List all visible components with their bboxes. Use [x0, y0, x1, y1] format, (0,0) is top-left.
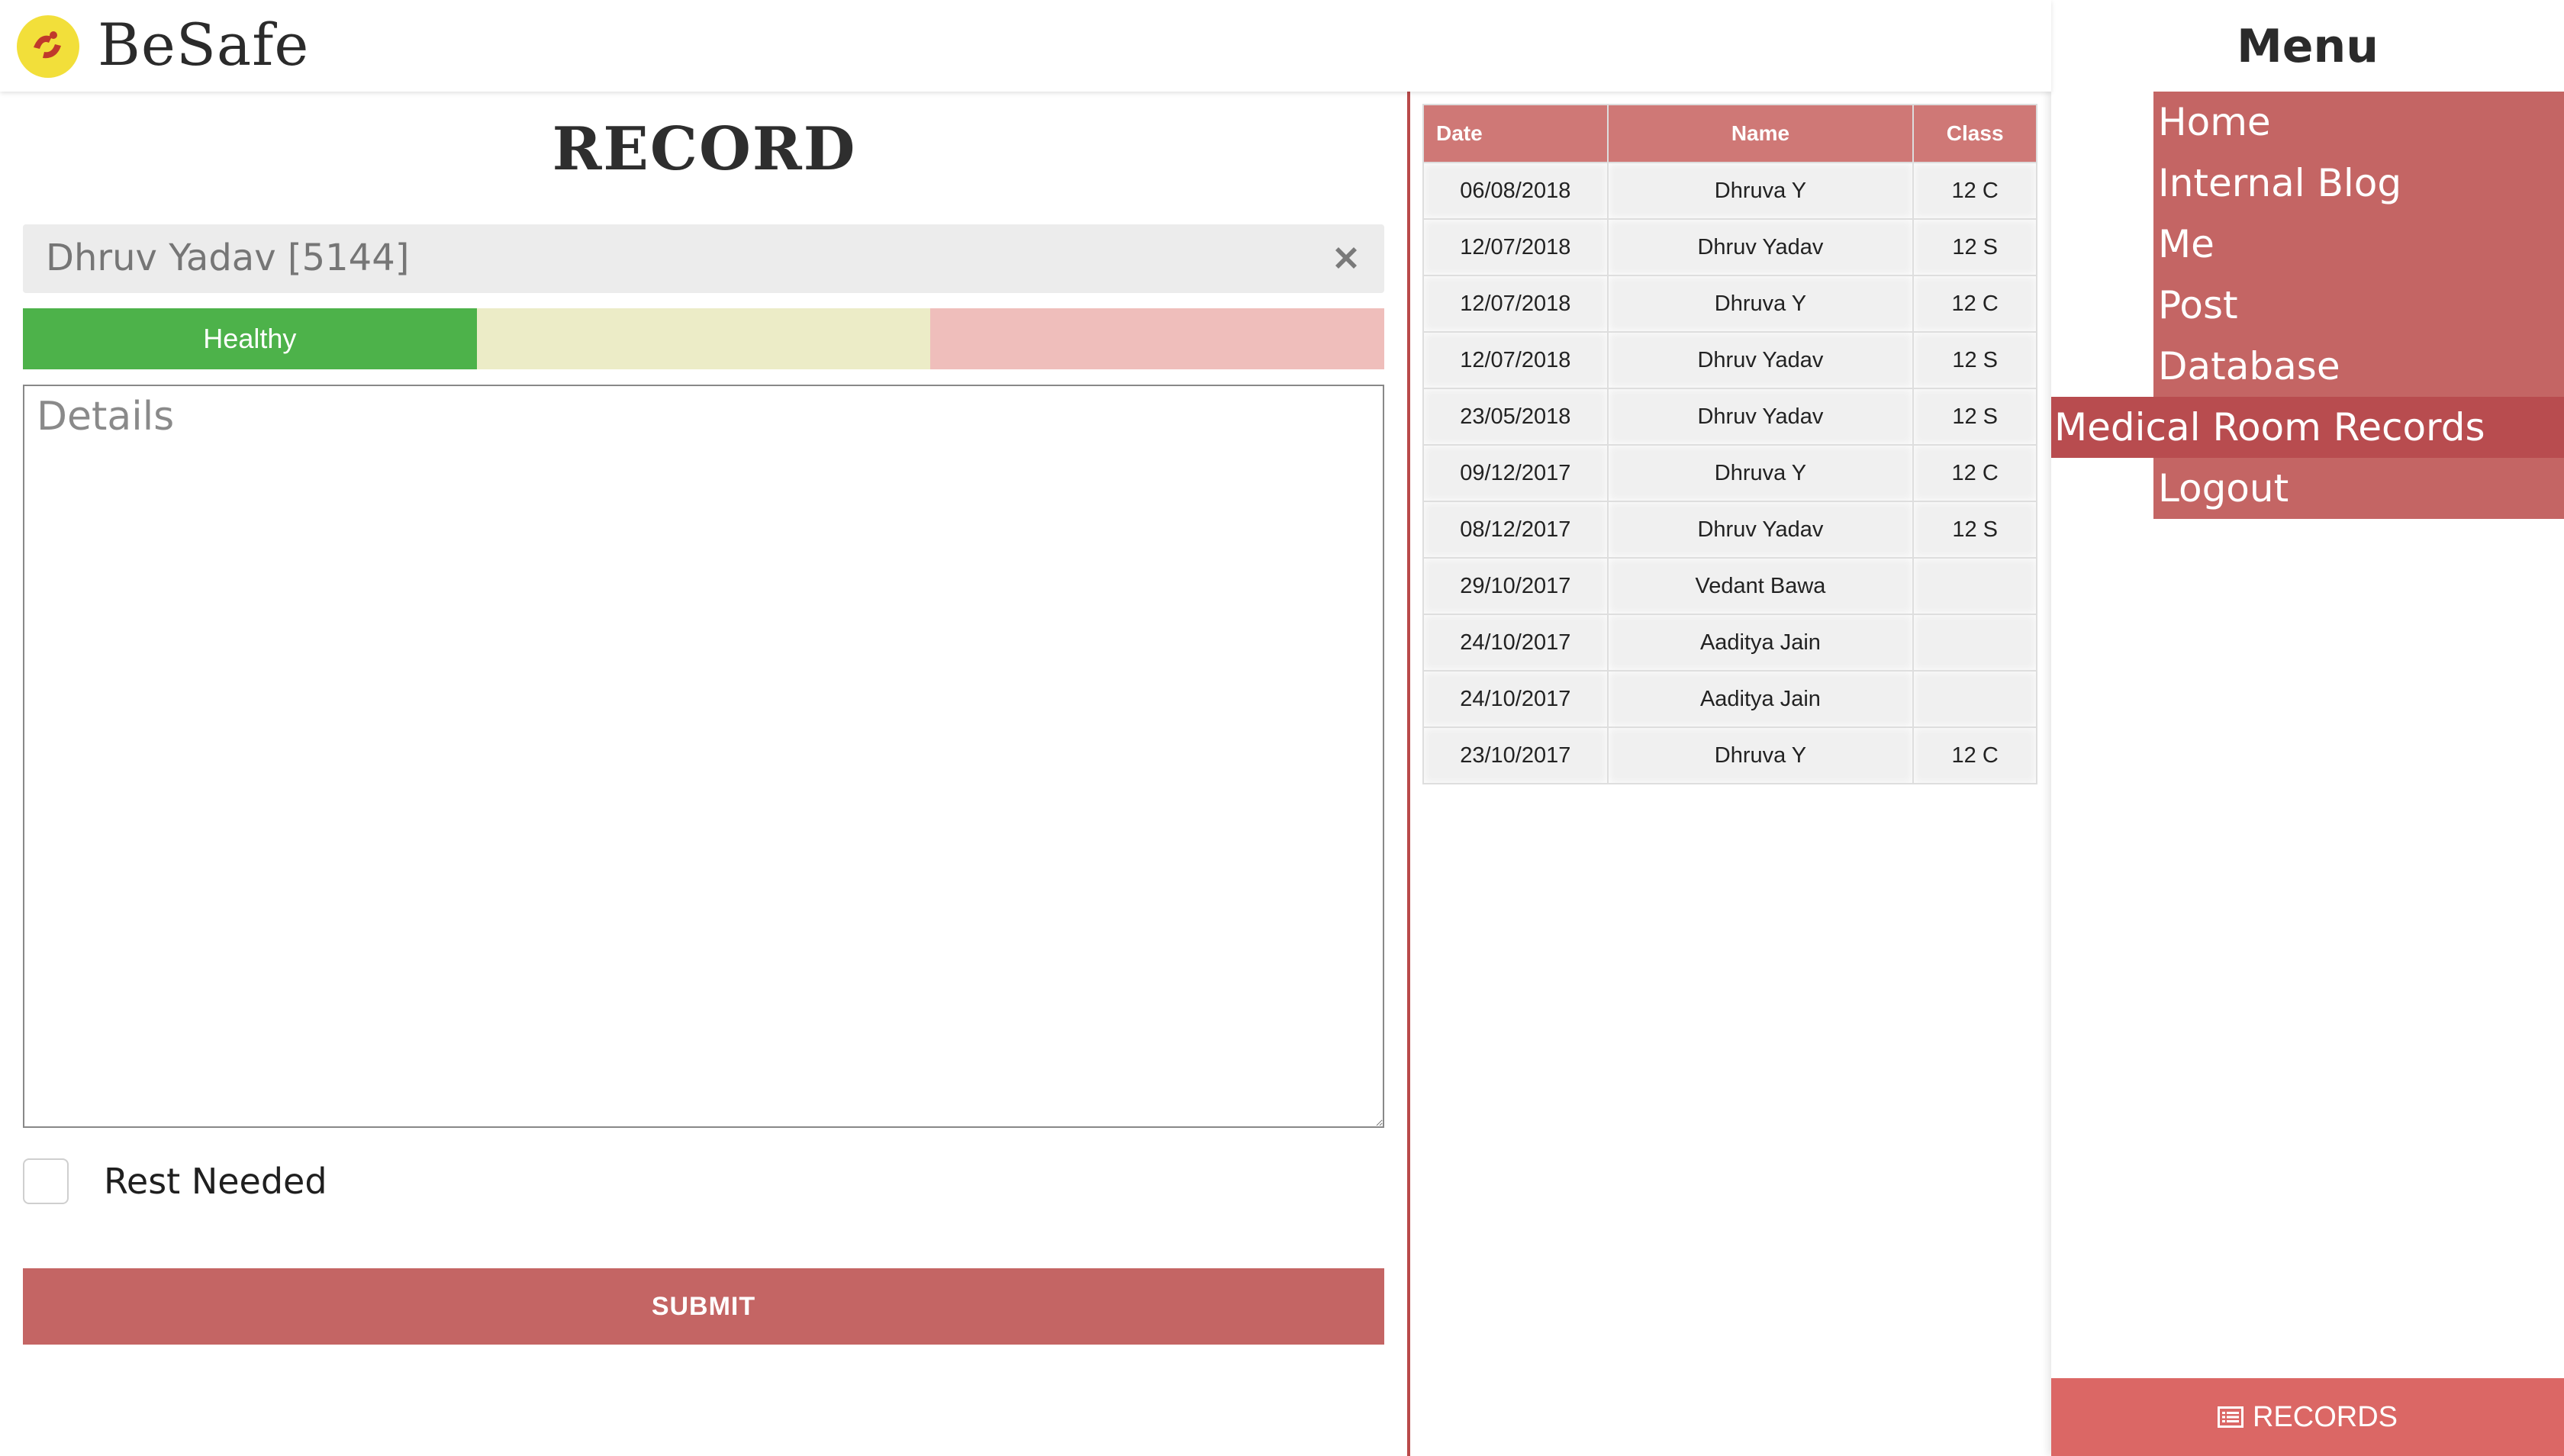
cell-name: Dhruva Y — [1606, 444, 1915, 502]
cell-date: 23/05/2018 — [1422, 388, 1609, 446]
cell-class: 12 S — [1912, 388, 2037, 446]
table-row[interactable]: 23/05/2018 Dhruv Yadav 12 S — [1422, 388, 2037, 446]
cell-name: Dhruv Yadav — [1606, 331, 1915, 389]
cell-class — [1912, 614, 2037, 672]
logo-icon[interactable] — [17, 15, 79, 78]
column-header-class[interactable]: Class — [1912, 104, 2037, 163]
records-button[interactable]: RECORDS — [2051, 1378, 2564, 1456]
submit-button[interactable]: SUBMIT — [23, 1268, 1384, 1345]
details-textarea[interactable] — [23, 385, 1384, 1128]
cell-name: Dhruv Yadav — [1606, 388, 1915, 446]
cell-class — [1912, 557, 2037, 615]
cell-class: 12 S — [1912, 331, 2037, 389]
cell-class: 12 C — [1912, 444, 2037, 502]
cell-date: 12/07/2018 — [1422, 331, 1609, 389]
cell-date: 08/12/2017 — [1422, 501, 1609, 559]
cell-name: Dhruv Yadav — [1606, 501, 1915, 559]
rest-needed-row: Rest Needed — [23, 1157, 327, 1206]
cell-date: 24/10/2017 — [1422, 670, 1609, 728]
close-icon — [1335, 247, 1357, 269]
column-header-name[interactable]: Name — [1606, 104, 1915, 163]
status-healthy-option[interactable]: Healthy — [23, 308, 477, 369]
cell-class: 12 S — [1912, 501, 2037, 559]
menu-item-logout[interactable]: Logout — [2153, 458, 2564, 519]
table-row[interactable]: 09/12/2017 Dhruva Y 12 C — [1422, 444, 2037, 502]
cell-class: 12 S — [1912, 218, 2037, 276]
cell-name: Dhruva Y — [1606, 275, 1915, 333]
table-row[interactable]: 12/07/2018 Dhruva Y 12 C — [1422, 275, 2037, 333]
cell-name: Dhruva Y — [1606, 726, 1915, 784]
cell-name: Aaditya Jain — [1606, 614, 1915, 672]
list-icon — [2217, 1406, 2244, 1428]
cell-date: 23/10/2017 — [1422, 726, 1609, 784]
cell-date: 09/12/2017 — [1422, 444, 1609, 502]
status-unwell-option[interactable] — [930, 308, 1385, 369]
cell-class — [1912, 670, 2037, 728]
column-header-date[interactable]: Date — [1422, 104, 1609, 163]
cell-date: 24/10/2017 — [1422, 614, 1609, 672]
cell-class: 12 C — [1912, 275, 2037, 333]
rest-needed-label[interactable]: Rest Needed — [104, 1161, 327, 1202]
cell-name: Dhruv Yadav — [1606, 218, 1915, 276]
records-button-label: RECORDS — [2252, 1400, 2398, 1433]
patient-select-value: Dhruv Yadav [5144] — [46, 237, 410, 279]
record-form-panel: RECORD Dhruv Yadav [5144] Healthy Rest N… — [0, 92, 1409, 1456]
cell-name: Aaditya Jain — [1606, 670, 1915, 728]
patient-select[interactable]: Dhruv Yadav [5144] — [23, 224, 1384, 293]
table-row[interactable]: 23/10/2017 Dhruva Y 12 C — [1422, 726, 2037, 784]
table-row[interactable]: 12/07/2018 Dhruv Yadav 12 S — [1422, 331, 2037, 389]
top-header: BeSafe — [0, 0, 2051, 92]
status-moderate-option[interactable] — [476, 308, 931, 369]
cell-name: Vedant Bawa — [1606, 557, 1915, 615]
rest-needed-checkbox[interactable] — [23, 1158, 69, 1204]
table-row[interactable]: 29/10/2017 Vedant Bawa — [1422, 557, 2037, 615]
health-status-selector: Healthy — [23, 308, 1385, 369]
cell-name: Dhruva Y — [1606, 162, 1915, 220]
cell-date: 12/07/2018 — [1422, 275, 1609, 333]
cell-date: 29/10/2017 — [1422, 557, 1609, 615]
menu-item-medical-room-records[interactable]: Medical Room Records — [2051, 397, 2564, 458]
sidebar: Menu Home Internal Blog Me Post Database Medi… — [2051, 0, 2564, 1456]
cell-class: 12 C — [1912, 162, 2037, 220]
panel-divider — [1407, 92, 1410, 1456]
table-row[interactable]: 08/12/2017 Dhruv Yadav 12 S — [1422, 501, 2037, 559]
records-table: Date Name Class 06/08/2018 Dhruva Y 12 C 12… — [1422, 104, 2037, 784]
menu-item-post[interactable]: Post — [2153, 275, 2564, 336]
menu-item-home[interactable]: Home — [2153, 92, 2564, 153]
clear-patient-button[interactable] — [1326, 238, 1366, 278]
table-header-row: Date Name Class — [1422, 104, 2037, 163]
menu-item-internal-blog[interactable]: Internal Blog — [2153, 153, 2564, 214]
table-row[interactable]: 12/07/2018 Dhruv Yadav 12 S — [1422, 218, 2037, 276]
records-table-body: 06/08/2018 Dhruva Y 12 C 12/07/2018 Dhruv Ya… — [1422, 162, 2037, 784]
records-table-container: Date Name Class 06/08/2018 Dhruva Y 12 C 12… — [1422, 104, 2037, 784]
menu-list: Home Internal Blog Me Post Database Medical R… — [2051, 92, 2564, 519]
cell-date: 12/07/2018 — [1422, 218, 1609, 276]
logo-mark — [34, 31, 61, 59]
cell-class: 12 C — [1912, 726, 2037, 784]
cell-date: 06/08/2018 — [1422, 162, 1609, 220]
table-row[interactable]: 24/10/2017 Aaditya Jain — [1422, 670, 2037, 728]
menu-title: Menu — [2237, 20, 2379, 73]
page-title: RECORD — [552, 114, 857, 184]
menu-item-me[interactable]: Me — [2153, 214, 2564, 275]
table-row[interactable]: 06/08/2018 Dhruva Y 12 C — [1422, 162, 2037, 220]
brand-name[interactable]: BeSafe — [98, 11, 309, 79]
table-row[interactable]: 24/10/2017 Aaditya Jain — [1422, 614, 2037, 672]
menu-item-database[interactable]: Database — [2153, 336, 2564, 397]
